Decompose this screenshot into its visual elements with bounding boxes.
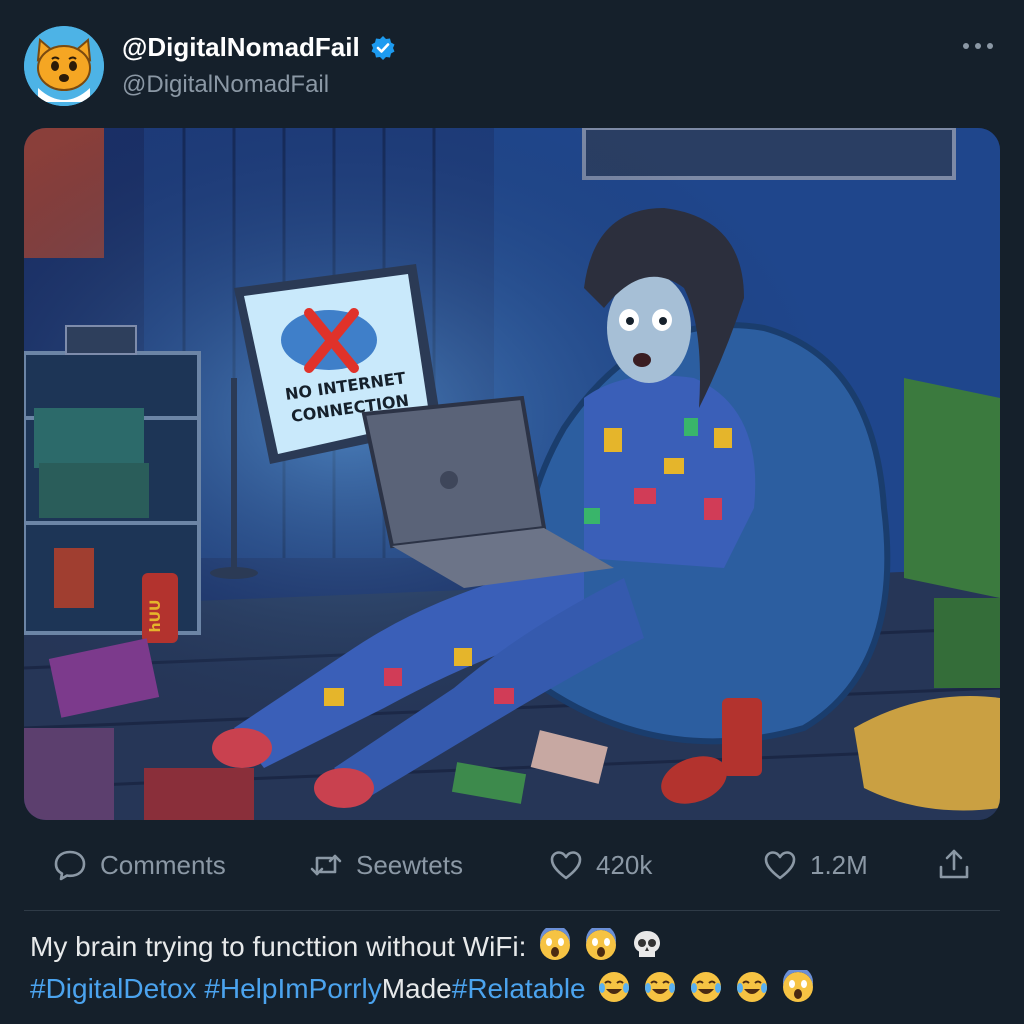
can-label: hUU: [148, 600, 164, 633]
tweet-text-line1: My brain trying to functtion without WiF…: [30, 926, 1000, 968]
hashtag-link[interactable]: #HelpImPorrly: [204, 973, 381, 1004]
face-screaming-in-fear-icon: [540, 928, 571, 960]
face-screaming-in-fear-icon: [585, 928, 616, 960]
hashtag-joiner: Made: [381, 973, 452, 1004]
display-name[interactable]: @DigitalNomadFail: [122, 32, 360, 63]
user-handle[interactable]: @DigitalNomadFail: [122, 71, 396, 99]
hashtag-link[interactable]: #DigitalDetox: [30, 973, 197, 1004]
avatar[interactable]: [24, 26, 104, 106]
verified-badge-icon: [371, 35, 395, 60]
views-count: 1.2M: [810, 849, 868, 880]
retweet-button[interactable]: Seewtets: [308, 844, 463, 886]
divider: [24, 910, 1000, 911]
illustration-no-internet: NO INTERNET CONNECTION hUU: [24, 128, 1000, 820]
post-image[interactable]: NO INTERNET CONNECTION hUU: [24, 128, 1000, 820]
tweet-body: My brain trying to functtion without WiF…: [30, 931, 527, 962]
post-header: @DigitalNomadFail @DigitalNomadFail: [24, 26, 1000, 112]
cat-avatar-icon: [24, 26, 104, 106]
comment-bubble-icon: [54, 850, 86, 881]
likes-count: 420k: [596, 849, 653, 880]
face-with-tears-of-joy-icon: [645, 972, 676, 1002]
skull-icon: [633, 931, 660, 957]
comments-label: Comments: [100, 849, 226, 880]
heart-icon: [550, 851, 582, 880]
face-with-tears-of-joy-icon: [736, 972, 767, 1002]
retweets-label: Seewtets: [356, 849, 463, 880]
face-with-tears-of-joy-icon: [690, 972, 721, 1002]
hashtag-link[interactable]: #Relatable: [452, 973, 586, 1004]
heart-outline-icon: [764, 851, 796, 880]
share-icon: [939, 849, 969, 879]
face-screaming-in-fear-icon: [782, 970, 813, 1002]
face-with-tears-of-joy-icon: [599, 972, 630, 1002]
action-bar: Comments Seewtets 420k 1.2M: [24, 836, 1000, 894]
like-button[interactable]: 420k: [548, 844, 652, 886]
tweet-text-line2: #DigitalDetox #HelpImPorrlyMade#Relatabl…: [30, 968, 1000, 1010]
retweet-icon: [310, 854, 342, 876]
tweet-text: My brain trying to functtion without WiF…: [30, 926, 1000, 1010]
share-button[interactable]: [936, 844, 984, 886]
views-button[interactable]: 1.2M: [762, 844, 868, 886]
more-options-icon[interactable]: [960, 36, 996, 56]
comments-button[interactable]: Comments: [52, 844, 226, 886]
